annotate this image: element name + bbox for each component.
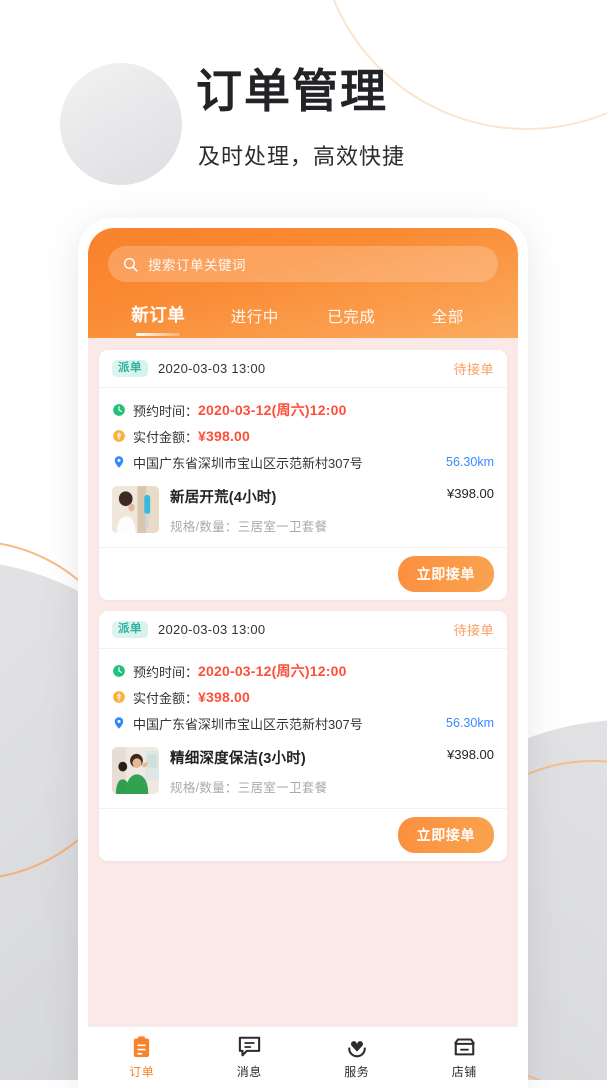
accept-order-button[interactable]: 立即接单 (397, 817, 494, 853)
amount-label: 实付金额： (133, 429, 199, 445)
nav-label: 服务 (344, 1065, 370, 1079)
status-badge: 待接单 (453, 623, 494, 638)
search-placeholder: 搜索订单关键词 (148, 258, 246, 273)
address-text: 中国广东省深圳市宝山区示范新村307号 (133, 455, 363, 471)
phone-screen: 搜索订单关键词 新订单 进行中 已完成 全部 派单 2020-03-03 13:… (88, 228, 518, 1088)
coin-icon (113, 691, 125, 703)
appointment-row: 预约时间： 2020-03-12(周六)12:00 (112, 397, 494, 423)
status-badge: 待接单 (453, 362, 494, 377)
product-info: 精细深度保洁(3小时) 规格/数量：三居室一卫套餐 (170, 747, 439, 796)
amount-row: 实付金额： ¥398.00 (112, 684, 494, 710)
appointment-value: 2020-03-12(周六)12:00 (198, 402, 347, 418)
product-info: 新居开荒(4小时) 规格/数量：三居室一卫套餐 (170, 486, 439, 535)
page-title: 订单管理 (196, 65, 388, 117)
product-row[interactable]: 新居开荒(4小时) 规格/数量：三居室一卫套餐 ¥398.00 (99, 479, 507, 548)
cleaner-duster-photo (112, 486, 159, 533)
search-input[interactable]: 搜索订单关键词 (108, 246, 498, 282)
nav-item-messages[interactable]: 消息 (196, 1035, 304, 1080)
appointment-label: 预约时间： (133, 403, 199, 419)
product-price: ¥398.00 (447, 747, 494, 762)
page-subtitle: 及时处理，高效快捷 (198, 144, 406, 169)
location-pin-icon (114, 456, 124, 468)
tab-completed[interactable]: 已完成 (303, 305, 400, 338)
order-card-header: 派单 2020-03-03 13:00 待接单 (99, 611, 507, 649)
tab-label: 已完成 (327, 309, 376, 326)
order-list[interactable]: 派单 2020-03-03 13:00 待接单 预约时间： 2020-03-12… (88, 338, 518, 1026)
address-row: 中国广东省深圳市宝山区示范新村307号 56.30km (112, 449, 494, 475)
nav-label: 店铺 (451, 1065, 477, 1079)
heart-hands-icon (303, 1035, 411, 1058)
product-spec: 规格/数量：三居室一卫套餐 (170, 781, 328, 795)
order-type-badge: 派单 (112, 621, 148, 638)
nav-item-shop[interactable]: 店铺 (411, 1035, 519, 1080)
order-card-body: 预约时间： 2020-03-12(周六)12:00 实付金额： ¥398.00 (99, 649, 507, 740)
address-row: 中国广东省深圳市宝山区示范新村307号 56.30km (112, 710, 494, 736)
product-row[interactable]: 精细深度保洁(3小时) 规格/数量：三居室一卫套餐 ¥398.00 (99, 740, 507, 809)
product-spec: 规格/数量：三居室一卫套餐 (170, 520, 328, 534)
product-thumbnail (112, 747, 159, 794)
appointment-label: 预约时间： (133, 664, 199, 680)
order-card[interactable]: 派单 2020-03-03 13:00 待接单 预约时间： 2020-03-12… (99, 611, 507, 861)
clipboard-icon (88, 1035, 196, 1058)
order-card-footer: 立即接单 (99, 548, 507, 600)
distance-text: 56.30km (446, 455, 494, 469)
order-timestamp: 2020-03-03 13:00 (158, 361, 266, 376)
bottom-navigation: 订单 消息 服务 店铺 (88, 1026, 518, 1088)
product-thumbnail (112, 486, 159, 533)
app-header: 搜索订单关键词 新订单 进行中 已完成 全部 (88, 228, 518, 338)
tab-in-progress[interactable]: 进行中 (207, 305, 304, 338)
order-timestamp: 2020-03-03 13:00 (158, 622, 266, 637)
address-text: 中国广东省深圳市宝山区示范新村307号 (133, 716, 363, 732)
decorative-hero-circle (60, 63, 182, 185)
appointment-row: 预约时间： 2020-03-12(周六)12:00 (112, 658, 494, 684)
clock-icon (113, 404, 125, 416)
order-card[interactable]: 派单 2020-03-03 13:00 待接单 预约时间： 2020-03-12… (99, 350, 507, 600)
chat-bubble-icon (196, 1035, 304, 1058)
product-title: 新居开荒(4小时) (170, 490, 277, 506)
tab-label: 进行中 (230, 309, 279, 326)
order-card-footer: 立即接单 (99, 809, 507, 861)
nav-item-services[interactable]: 服务 (303, 1035, 411, 1080)
distance-text: 56.30km (446, 716, 494, 730)
nav-item-orders[interactable]: 订单 (88, 1035, 196, 1080)
nav-label: 消息 (236, 1065, 262, 1079)
appointment-value: 2020-03-12(周六)12:00 (198, 663, 347, 679)
tab-new-orders[interactable]: 新订单 (110, 302, 207, 338)
coin-icon (113, 430, 125, 442)
clock-icon (113, 665, 125, 677)
amount-value: ¥398.00 (198, 428, 251, 444)
search-icon (123, 257, 138, 272)
product-title: 精细深度保洁(3小时) (170, 751, 306, 767)
amount-row: 实付金额： ¥398.00 (112, 423, 494, 449)
amount-value: ¥398.00 (198, 689, 251, 705)
tab-active-underline (136, 332, 181, 336)
storefront-icon (411, 1035, 519, 1058)
amount-label: 实付金额： (133, 690, 199, 706)
tab-label: 新订单 (131, 305, 186, 325)
order-tabs: 新订单 进行中 已完成 全部 (108, 286, 498, 338)
order-type-badge: 派单 (112, 360, 148, 377)
tab-label: 全部 (431, 309, 464, 326)
cleaners-green-apron-photo (112, 747, 159, 794)
order-card-header: 派单 2020-03-03 13:00 待接单 (99, 350, 507, 388)
accept-order-button[interactable]: 立即接单 (397, 556, 494, 592)
order-card-body: 预约时间： 2020-03-12(周六)12:00 实付金额： ¥398.00 (99, 388, 507, 479)
location-pin-icon (114, 717, 124, 729)
phone-mockup: 搜索订单关键词 新订单 进行中 已完成 全部 派单 2020-03-03 13:… (78, 218, 528, 1088)
product-price: ¥398.00 (447, 486, 494, 501)
tab-all[interactable]: 全部 (400, 305, 497, 338)
nav-label: 订单 (129, 1065, 155, 1079)
